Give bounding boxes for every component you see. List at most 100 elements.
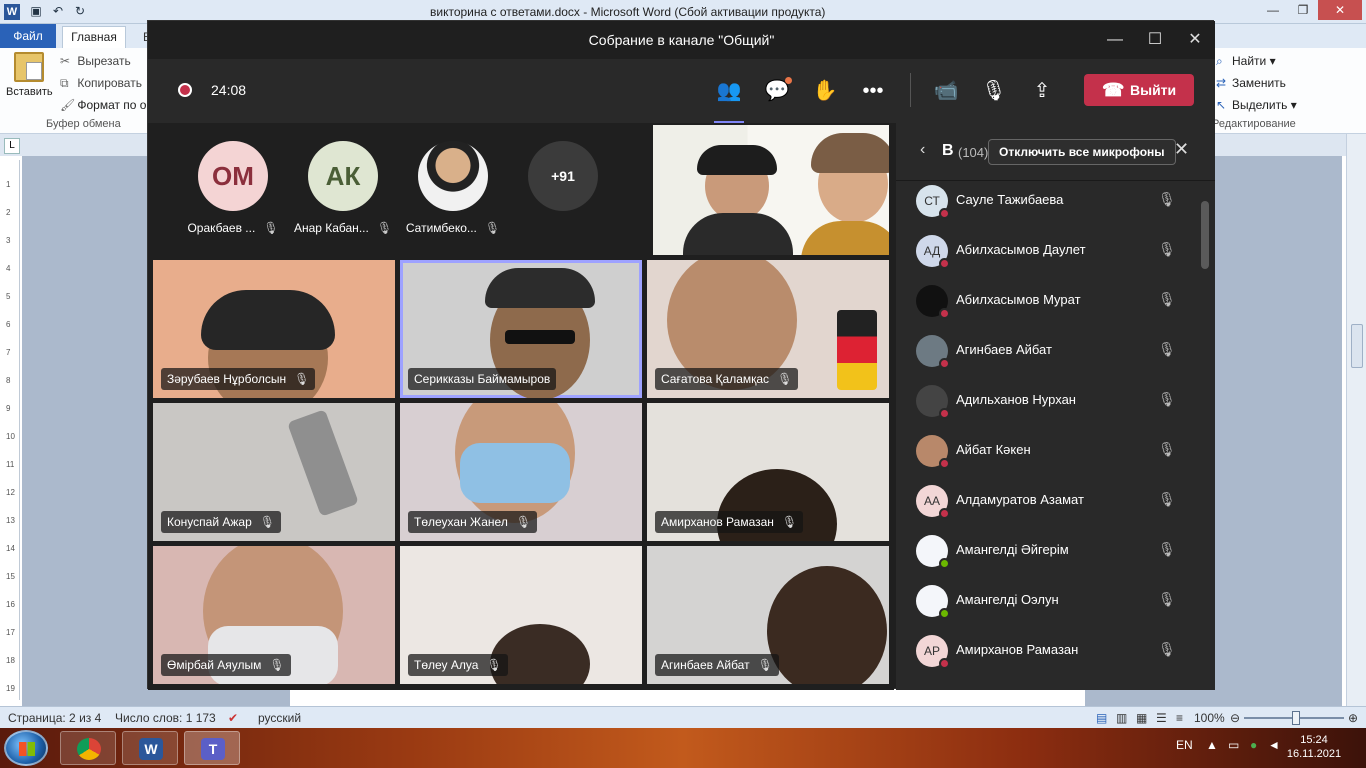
replace-button[interactable]: ⇄ Заменить bbox=[1216, 76, 1286, 90]
participant-row[interactable]: АА Алдамуратов Азамат 🎙 bbox=[896, 475, 1196, 525]
close-icon[interactable]: ✕ bbox=[1318, 0, 1362, 20]
paste-button[interactable]: Вставить bbox=[6, 52, 53, 98]
word-app-icon[interactable]: W bbox=[4, 4, 20, 20]
language-tray[interactable]: EN bbox=[1176, 738, 1193, 752]
close-icon[interactable]: ✕ bbox=[1183, 29, 1207, 51]
participant-row[interactable]: Адильханов Нурхан 🎙 bbox=[896, 375, 1196, 425]
strip-participant[interactable]: АК Анар Кабан... 🎙 bbox=[288, 141, 398, 235]
mic-muted-icon[interactable]: 🎙 bbox=[1158, 341, 1176, 358]
participant-row[interactable]: АР Амирханов Рамазан 🎙 bbox=[896, 625, 1196, 675]
video-tile[interactable]: Өмірбай Аяулым 🎙 bbox=[153, 546, 395, 684]
video-tile[interactable]: Төлеухан Жанел 🎙 bbox=[400, 403, 642, 541]
mic-muted-icon[interactable]: 🎙 bbox=[980, 77, 1008, 105]
more-participants-button[interactable]: +91 bbox=[508, 141, 618, 211]
participant-row[interactable]: Агинбаев Айбат 🎙 bbox=[896, 325, 1196, 375]
print-layout-icon[interactable]: ▤ bbox=[1096, 711, 1107, 725]
zoom-level[interactable]: 100% bbox=[1194, 711, 1225, 725]
copy-button[interactable]: ⧉ Копировать bbox=[60, 76, 142, 91]
mic-muted-icon[interactable]: 🎙 bbox=[1158, 591, 1176, 608]
mic-muted-icon[interactable]: 🎙 bbox=[1158, 391, 1176, 408]
strip-participant[interactable]: Сатимбеко... 🎙 bbox=[398, 141, 508, 235]
leave-button[interactable]: ☎ Выйти bbox=[1084, 74, 1194, 106]
taskbar-word[interactable]: W bbox=[122, 731, 178, 765]
mic-muted-icon[interactable]: 🎙 bbox=[1158, 541, 1176, 558]
teams-tray-icon[interactable]: ● bbox=[1250, 738, 1257, 752]
network-icon[interactable]: ▭ bbox=[1228, 738, 1239, 752]
ruler-number: 4 bbox=[6, 264, 11, 273]
video-tile[interactable]: Сағатова Қаламқас 🎙 bbox=[647, 260, 889, 398]
participant-row[interactable]: АД Абилхасымов Даулет 🎙 bbox=[896, 225, 1196, 275]
featured-video-tile[interactable] bbox=[653, 125, 889, 255]
tile-name-label: Өмірбай Аяулым 🎙 bbox=[161, 654, 291, 676]
start-button[interactable] bbox=[4, 730, 48, 766]
tab-stop-selector[interactable]: L bbox=[4, 138, 20, 154]
participant-name: Агинбаев Айбат bbox=[661, 658, 750, 672]
video-tile-speaking[interactable]: Серикказы Баймамыров bbox=[400, 260, 642, 398]
tile-name-label: Амирханов Рамазан 🎙 bbox=[655, 511, 804, 533]
volume-icon[interactable]: ◄ bbox=[1268, 738, 1280, 752]
zoom-slider-knob[interactable] bbox=[1292, 711, 1300, 725]
zoom-out-icon[interactable]: ⊖ bbox=[1230, 711, 1240, 725]
taskbar-chrome[interactable] bbox=[60, 731, 116, 765]
video-tile[interactable]: Амирханов Рамазан 🎙 bbox=[647, 403, 889, 541]
language-indicator[interactable]: русский bbox=[258, 711, 301, 725]
replace-icon: ⇄ bbox=[1216, 76, 1227, 90]
undo-icon[interactable]: ↶ bbox=[50, 3, 66, 19]
find-button[interactable]: ⌕ Найти ▾ bbox=[1216, 54, 1276, 69]
minimize-icon[interactable]: — bbox=[1258, 0, 1288, 20]
zoom-in-icon[interactable]: ⊕ bbox=[1348, 711, 1358, 725]
outline-icon[interactable]: ☰ bbox=[1156, 711, 1167, 725]
participant-name: Адильханов Нурхан bbox=[956, 392, 1076, 407]
draft-icon[interactable]: ≡ bbox=[1176, 711, 1183, 725]
participant-row[interactable]: Амангелді Әйгерім 🎙 bbox=[896, 525, 1196, 575]
mic-muted-icon[interactable]: 🎙 bbox=[1158, 291, 1176, 308]
show-hidden-icons-icon[interactable]: ▲ bbox=[1206, 738, 1218, 752]
tab-file[interactable]: Файл bbox=[0, 24, 56, 48]
close-icon[interactable]: ✕ bbox=[1174, 139, 1189, 160]
person-hair bbox=[201, 290, 335, 350]
full-screen-reading-icon[interactable]: ▥ bbox=[1116, 711, 1127, 725]
video-tile[interactable]: Төлеу Алуа 🎙 bbox=[400, 546, 642, 684]
presence-status-icon bbox=[939, 658, 950, 669]
taskbar-teams[interactable]: T bbox=[184, 731, 240, 765]
share-screen-icon[interactable]: ⇪ bbox=[1028, 77, 1056, 105]
web-layout-icon[interactable]: ▦ bbox=[1136, 711, 1147, 725]
format-painter-button[interactable]: 🖌 Формат по о bbox=[60, 98, 146, 112]
participants-icon[interactable]: 👥 bbox=[715, 77, 743, 105]
scrollbar-thumb[interactable] bbox=[1351, 324, 1363, 368]
raise-hand-icon[interactable]: ✋ bbox=[811, 77, 839, 105]
proofing-icon[interactable]: ✔ bbox=[228, 711, 238, 725]
system-clock[interactable]: 15:24 16.11.2021 bbox=[1284, 733, 1344, 761]
mic-muted-icon[interactable]: 🎙 bbox=[1158, 191, 1176, 208]
mic-muted-icon[interactable]: 🎙 bbox=[1158, 241, 1176, 258]
participant-row[interactable]: Абилхасымов Мурат 🎙 bbox=[896, 275, 1196, 325]
mute-all-button[interactable]: Отключить все микрофоны bbox=[988, 139, 1176, 165]
tile-name-label: Зәрубаев Нұрболсын 🎙 bbox=[161, 368, 316, 390]
video-tile[interactable]: Агинбаев Айбат 🎙 bbox=[647, 546, 889, 684]
redo-icon[interactable]: ↻ bbox=[72, 3, 88, 19]
glasses bbox=[505, 330, 575, 344]
video-tile[interactable]: Конуспай Ажар 🎙 bbox=[153, 403, 395, 541]
more-actions-icon[interactable]: ••• bbox=[859, 77, 887, 105]
mic-muted-icon[interactable]: 🎙 bbox=[1158, 441, 1176, 458]
minimize-icon[interactable]: — bbox=[1103, 29, 1127, 51]
cut-button[interactable]: ✂ Вырезать bbox=[60, 54, 131, 68]
chevron-left-icon[interactable]: ‹ bbox=[920, 141, 925, 159]
maximize-icon[interactable]: ☐ bbox=[1143, 29, 1167, 51]
restore-icon[interactable]: ❐ bbox=[1288, 0, 1318, 20]
save-icon[interactable]: ▣ bbox=[28, 3, 44, 19]
page-counter[interactable]: Страница: 2 из 4 bbox=[8, 711, 101, 725]
strip-participant[interactable]: ОМ Оракбаев ... 🎙 bbox=[178, 141, 288, 235]
tab-home[interactable]: Главная bbox=[62, 26, 126, 48]
panel-scrollbar-thumb[interactable] bbox=[1201, 201, 1209, 269]
mic-muted-icon[interactable]: 🎙 bbox=[1158, 491, 1176, 508]
video-tile[interactable]: Зәрубаев Нұрболсын 🎙 bbox=[153, 260, 395, 398]
participant-row[interactable]: СТ Сауле Тажибаева 🎙 bbox=[896, 175, 1196, 225]
participant-row[interactable]: Айбат Кәкен 🎙 bbox=[896, 425, 1196, 475]
mic-muted-icon[interactable]: 🎙 bbox=[1158, 641, 1176, 658]
camera-icon[interactable]: 📹 bbox=[932, 77, 960, 105]
select-button[interactable]: ↖ Выделить ▾ bbox=[1216, 98, 1297, 112]
participant-row[interactable]: Амангелді Оэлун 🎙 bbox=[896, 575, 1196, 625]
word-count[interactable]: Число слов: 1 173 bbox=[115, 711, 216, 725]
document-scrollbar[interactable] bbox=[1346, 134, 1366, 706]
